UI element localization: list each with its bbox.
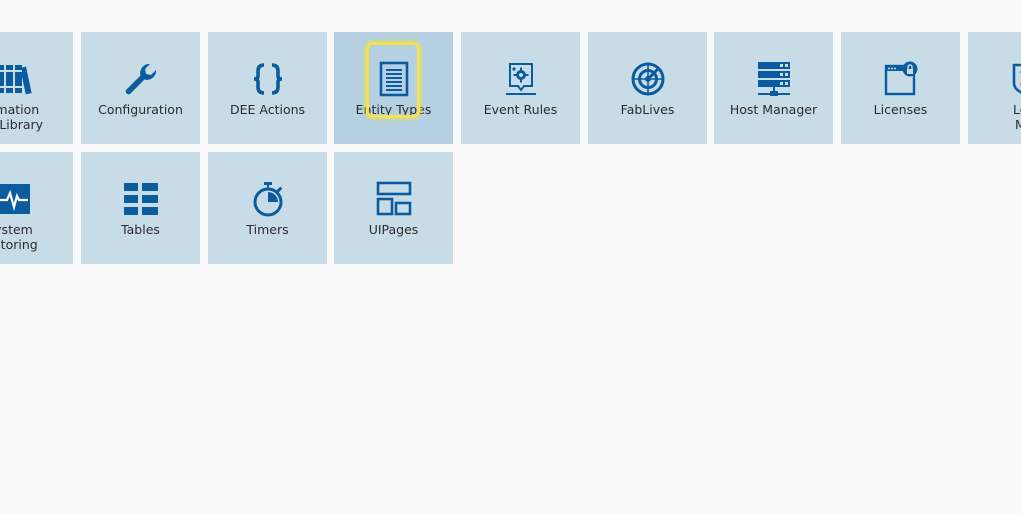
page-layout-icon bbox=[376, 181, 412, 217]
tile-tables[interactable]: Tables bbox=[81, 152, 200, 264]
tile-timers[interactable]: Timers bbox=[208, 152, 327, 264]
tile-dee-actions[interactable]: DEE Actions bbox=[208, 32, 327, 144]
tile-automation-scripts-library[interactable]: omation ts Library bbox=[0, 32, 73, 144]
tile-label: Loca Mes bbox=[1013, 102, 1021, 132]
books-icon bbox=[0, 61, 32, 97]
table-grid-icon bbox=[123, 181, 159, 217]
wrench-icon bbox=[123, 61, 159, 97]
tile-localized-messages[interactable]: Loca Mes bbox=[968, 32, 1021, 144]
tile-label: UIPages bbox=[368, 222, 419, 237]
tile-host-manager[interactable]: Host Manager bbox=[714, 32, 833, 144]
radar-icon bbox=[630, 61, 666, 97]
applications-grid: omation ts Library Configuration DEE Act… bbox=[0, 0, 1021, 514]
tile-entity-types[interactable]: Entity Types bbox=[334, 32, 453, 144]
localized-messages-icon bbox=[1010, 61, 1021, 97]
tile-fablives[interactable]: FabLives bbox=[588, 32, 707, 144]
pulse-monitor-icon bbox=[0, 181, 32, 217]
license-window-lock-icon bbox=[883, 61, 919, 97]
tile-system-monitoring[interactable]: ystem nitoring bbox=[0, 152, 73, 264]
tile-licenses[interactable]: Licenses bbox=[841, 32, 960, 144]
document-lines-icon bbox=[376, 61, 412, 97]
server-stack-icon bbox=[756, 61, 792, 97]
event-gear-icon bbox=[503, 61, 539, 97]
curly-braces-icon bbox=[250, 61, 286, 97]
stopwatch-icon bbox=[250, 181, 286, 217]
tile-uipages[interactable]: UIPages bbox=[334, 152, 453, 264]
tile-configuration[interactable]: Configuration bbox=[81, 32, 200, 144]
tile-event-rules[interactable]: Event Rules bbox=[461, 32, 580, 144]
